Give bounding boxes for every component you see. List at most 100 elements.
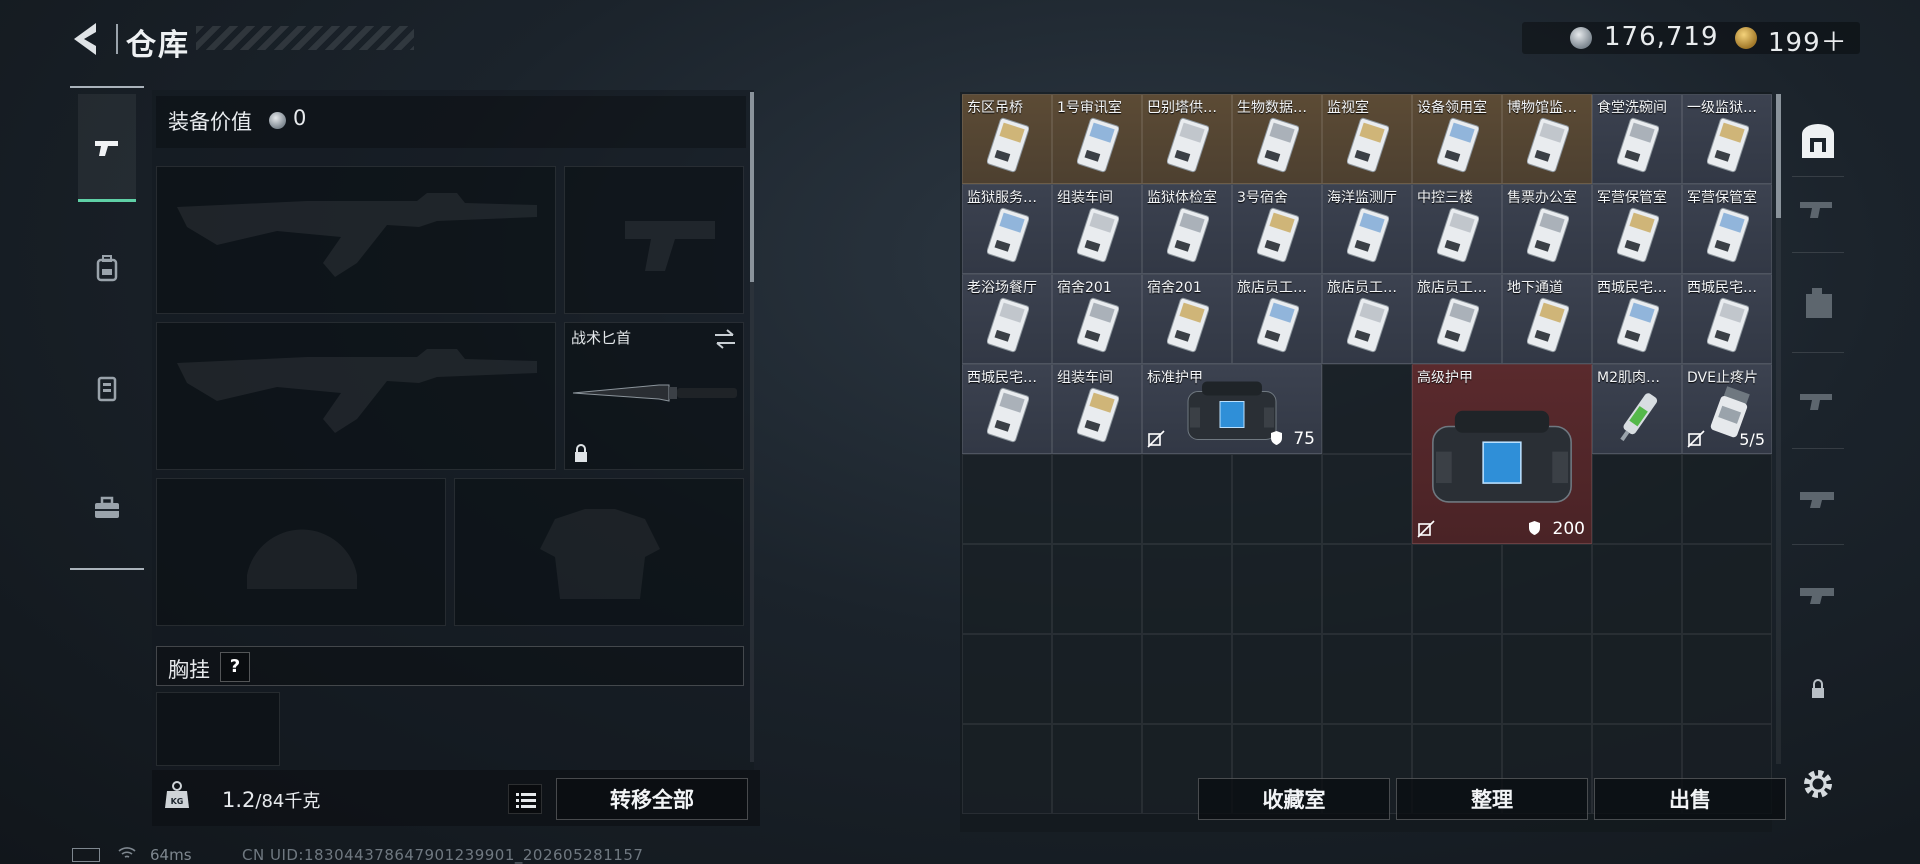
keycard-item[interactable]: 监狱体检室	[1142, 184, 1232, 274]
medical-category-icon[interactable]	[1796, 474, 1840, 518]
keycard-image	[1437, 117, 1479, 173]
nav-vest[interactable]	[78, 334, 136, 442]
gear-category-icon[interactable]	[1796, 378, 1840, 422]
keycard-item[interactable]: 监狱服务…	[962, 184, 1052, 274]
keycard-item[interactable]: 1号审讯室	[1052, 94, 1142, 184]
item-name: 旅店员工…	[1237, 280, 1307, 296]
grid-cell[interactable]	[1142, 634, 1232, 724]
grid-cell[interactable]	[1142, 544, 1232, 634]
body-armor-slot[interactable]	[454, 478, 744, 626]
misc-category-icon[interactable]	[1796, 570, 1840, 614]
nav-rail-bottom	[70, 568, 144, 570]
keycard-item[interactable]: 3号宿舍	[1232, 184, 1322, 274]
weapon-category-icon[interactable]	[1796, 186, 1840, 230]
helmet-slot[interactable]	[156, 478, 446, 626]
keycard-item[interactable]: 老浴场餐厅	[962, 274, 1052, 364]
keycard-item[interactable]: 组装车间	[1052, 184, 1142, 274]
item-name: 东区吊桥	[967, 100, 1023, 116]
keycard-image	[1617, 207, 1659, 263]
keycard-item[interactable]: 生物数据…	[1232, 94, 1322, 184]
keycard-item[interactable]: 东区吊桥	[962, 94, 1052, 184]
grid-cell[interactable]	[962, 634, 1052, 724]
grid-cell[interactable]	[1592, 544, 1682, 634]
keycard-item[interactable]: 宿舍201	[1142, 274, 1232, 364]
keycard-item[interactable]: 军营保管室	[1592, 184, 1682, 274]
m2-injector-item[interactable]: M2肌肉…	[1592, 364, 1682, 454]
grid-cell[interactable]	[1052, 454, 1142, 544]
keycard-item[interactable]: 西城民宅…	[962, 364, 1052, 454]
keycard-item[interactable]: 食堂洗碗间	[1592, 94, 1682, 184]
keycard-item[interactable]: 设备领用室	[1412, 94, 1502, 184]
keycard-item[interactable]: 宿舍201	[1052, 274, 1142, 364]
grid-cell[interactable]	[1052, 724, 1142, 814]
grid-cell[interactable]	[1232, 454, 1322, 544]
safe-icon[interactable]	[1796, 120, 1840, 164]
grid-cell[interactable]	[1232, 544, 1322, 634]
gold-currency-amount[interactable]: 199＋	[1768, 22, 1848, 59]
chest-rig-slot[interactable]	[156, 692, 280, 766]
help-icon[interactable]: ?	[220, 652, 250, 682]
grid-cell[interactable]	[1682, 634, 1772, 724]
advanced-armor-item[interactable]: 高级护甲 200	[1412, 364, 1592, 544]
transfer-all-button[interactable]: 转移全部	[556, 778, 748, 820]
keycard-item[interactable]: 中控三楼	[1412, 184, 1502, 274]
grid-cell[interactable]	[1592, 454, 1682, 544]
grid-cell[interactable]	[1502, 544, 1592, 634]
sort-button[interactable]: 整理	[1396, 778, 1588, 820]
keycard-item[interactable]: 监视室	[1322, 94, 1412, 184]
gear-icon[interactable]	[1800, 766, 1836, 802]
knife-slot[interactable]: 战术匕首	[564, 322, 744, 470]
list-view-button[interactable]	[508, 784, 542, 814]
grid-cell[interactable]	[1052, 634, 1142, 724]
weight-icon: KG	[165, 781, 189, 808]
grid-cell[interactable]	[1322, 364, 1412, 454]
lock-icon[interactable]	[1796, 666, 1840, 710]
keycard-item[interactable]: 组装车间	[1052, 364, 1142, 454]
keycard-item[interactable]: 西城民宅…	[1592, 274, 1682, 364]
keycard-item[interactable]: 西城民宅…	[1682, 274, 1772, 364]
keycard-item[interactable]: 海洋监测厅	[1322, 184, 1412, 274]
keycard-item[interactable]: 旅店员工…	[1322, 274, 1412, 364]
keycard-item[interactable]: 售票办公室	[1502, 184, 1592, 274]
keycard-item[interactable]: 地下通道	[1502, 274, 1592, 364]
sell-button[interactable]: 出售	[1594, 778, 1786, 820]
dve-painkiller-item[interactable]: DVE止疼片 5/5	[1682, 364, 1772, 454]
grid-cell[interactable]	[962, 544, 1052, 634]
standard-armor-item[interactable]: 标准护甲 75	[1142, 364, 1322, 454]
grid-cell[interactable]	[1412, 634, 1502, 724]
swap-icon[interactable]	[713, 329, 737, 349]
nav-toolbox[interactable]	[78, 454, 136, 562]
primary-weapon-slot-2[interactable]	[156, 322, 556, 470]
grid-cell[interactable]	[1682, 454, 1772, 544]
collection-room-button[interactable]: 收藏室	[1198, 778, 1390, 820]
grid-cell[interactable]	[962, 724, 1052, 814]
keycard-item[interactable]: 博物馆监…	[1502, 94, 1592, 184]
grid-cell[interactable]	[1592, 634, 1682, 724]
keycard-image	[987, 207, 1029, 263]
grid-cell[interactable]	[1322, 454, 1412, 544]
grid-cell[interactable]	[962, 454, 1052, 544]
equipment-scroll-thumb[interactable]	[750, 92, 754, 282]
grid-cell[interactable]	[1322, 544, 1412, 634]
grid-cell[interactable]	[1682, 544, 1772, 634]
keycard-item[interactable]: 巴别塔供…	[1142, 94, 1232, 184]
keycard-image	[1077, 207, 1119, 263]
pistol-slot[interactable]	[564, 166, 744, 314]
nav-backpack[interactable]	[78, 214, 136, 322]
back-arrow-icon[interactable]	[70, 20, 106, 58]
keycard-item[interactable]: 一级监狱…	[1682, 94, 1772, 184]
item-name: 宿舍201	[1057, 280, 1112, 296]
nav-weapons[interactable]	[78, 94, 136, 202]
storage-scroll-thumb[interactable]	[1776, 94, 1781, 218]
keycard-item[interactable]: 军营保管室	[1682, 184, 1772, 274]
ammo-category-icon[interactable]	[1796, 282, 1840, 326]
grid-cell[interactable]	[1322, 634, 1412, 724]
grid-cell[interactable]	[1232, 634, 1322, 724]
primary-weapon-slot-1[interactable]	[156, 166, 556, 314]
grid-cell[interactable]	[1052, 544, 1142, 634]
grid-cell[interactable]	[1412, 544, 1502, 634]
grid-cell[interactable]	[1502, 634, 1592, 724]
grid-cell[interactable]	[1142, 454, 1232, 544]
keycard-item[interactable]: 旅店员工…	[1412, 274, 1502, 364]
keycard-item[interactable]: 旅店员工…	[1232, 274, 1322, 364]
